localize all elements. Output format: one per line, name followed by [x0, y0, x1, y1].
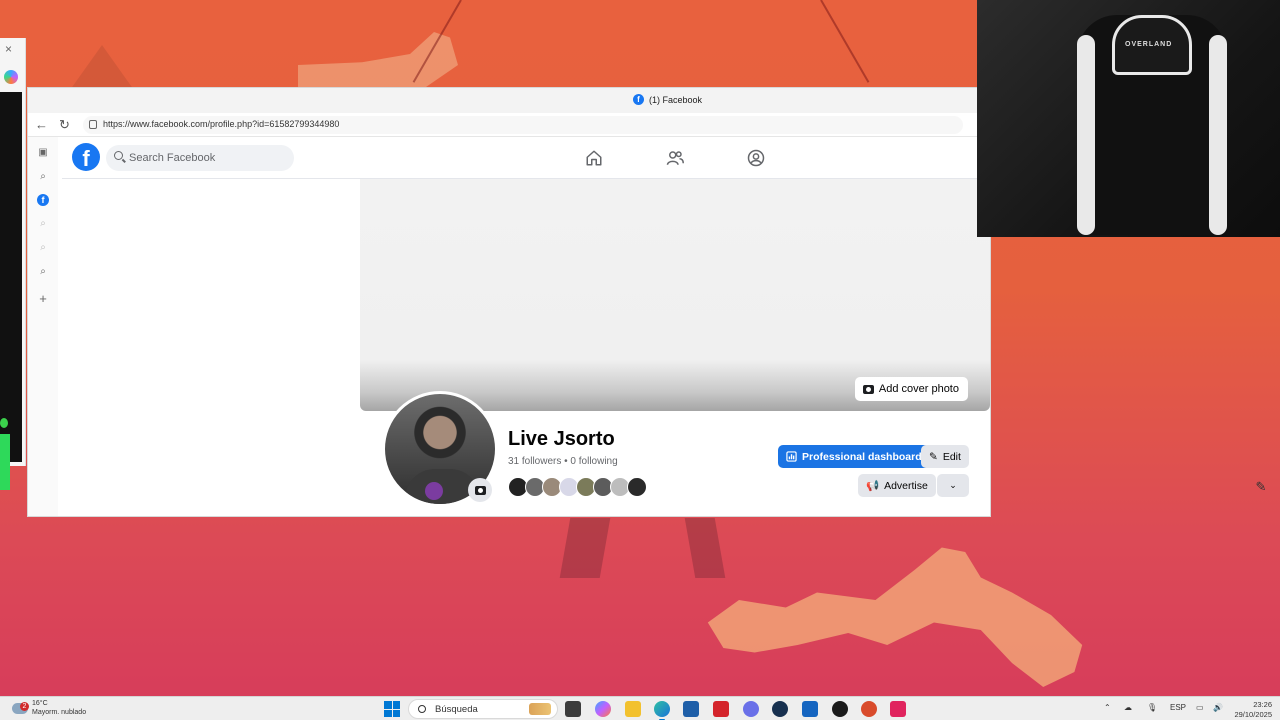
add-cover-photo-button[interactable]: Add cover photo: [854, 377, 968, 401]
webcam-overlay: OVERLAND: [977, 0, 1280, 237]
friend-avatar[interactable]: [627, 477, 647, 497]
home-icon[interactable]: [585, 149, 603, 167]
start-button[interactable]: [384, 701, 400, 717]
network-icon[interactable]: ▭: [1196, 703, 1204, 712]
windows-taskbar: 2 16°C Mayorm. nublado Búsqueda ⌃ ☁ 🎙 ES…: [0, 696, 1280, 720]
search-icon: [114, 151, 123, 160]
back-icon[interactable]: ←: [35, 117, 48, 132]
facebook-search[interactable]: [106, 145, 294, 171]
search-icon: [418, 705, 426, 713]
chart-icon: [786, 451, 797, 462]
chevron-down-icon: ⌄: [949, 480, 957, 490]
wallpaper-shape: [559, 518, 611, 578]
discord-icon[interactable]: [743, 701, 759, 717]
file-explorer-icon[interactable]: [625, 701, 641, 717]
followers-count[interactable]: 31 followers • 0 following: [508, 456, 618, 467]
status-dot-icon: [0, 418, 8, 428]
wallpaper-shape: [684, 518, 726, 578]
wallpaper-shape: [298, 32, 458, 87]
side-app-panel: [0, 92, 22, 462]
weather-temp: 16°C: [32, 700, 48, 707]
capcut-icon[interactable]: [832, 701, 848, 717]
weather-widget[interactable]: 2 16°C Mayorm. nublado: [12, 699, 86, 717]
steam-icon[interactable]: [772, 701, 788, 717]
wallpaper-line: [820, 0, 870, 83]
browser-titlebar: f (1) Facebook: [28, 88, 990, 113]
photos-icon[interactable]: [802, 701, 818, 717]
microphone-icon[interactable]: 🎙: [1147, 703, 1157, 712]
wallpaper-map-shape: [707, 547, 1083, 687]
edge-icon[interactable]: [654, 701, 670, 720]
search-icon[interactable]: ⌕: [37, 171, 49, 183]
copilot-icon[interactable]: [4, 70, 18, 84]
url-text: https://www.facebook.com/profile.php?id=…: [103, 119, 340, 129]
volume-icon[interactable]: 🔊: [1213, 703, 1223, 712]
search-icon[interactable]: ⌕: [37, 218, 49, 230]
professional-dashboard-label: Professional dashboard: [802, 450, 922, 463]
chair-brand-text: OVERLAND: [1125, 41, 1173, 48]
camera-icon: [474, 485, 486, 495]
facebook-header: f: [62, 137, 990, 179]
task-view-icon[interactable]: [565, 701, 581, 717]
cover-photo-area: Add cover photo: [360, 179, 990, 411]
edit-profile-button[interactable]: ✎ Edit: [921, 445, 969, 468]
friend-avatars[interactable]: [508, 477, 647, 497]
facebook-favicon-icon: f: [633, 94, 644, 105]
language-indicator[interactable]: ESP: [1170, 703, 1186, 712]
url-field[interactable]: https://www.facebook.com/profile.php?id=…: [83, 116, 963, 134]
edit-label: Edit: [942, 450, 961, 463]
sidebar-toggle-icon[interactable]: ▣: [37, 147, 49, 159]
onedrive-icon[interactable]: ☁: [1124, 703, 1132, 712]
clock[interactable]: 23:26 29/10/2025: [1234, 700, 1272, 720]
compose-icon[interactable]: ✎: [1252, 478, 1270, 496]
advertise-button[interactable]: 📢 Advertise: [858, 474, 936, 497]
lock-icon: [89, 120, 97, 129]
search-highlight-icon: [529, 703, 551, 715]
search-input[interactable]: [129, 150, 289, 166]
friends-icon[interactable]: [666, 149, 684, 167]
taskbar-search[interactable]: Búsqueda: [408, 699, 558, 719]
close-icon[interactable]: ×: [5, 42, 12, 56]
clock-time: 23:26: [1253, 700, 1272, 709]
cloud-icon: 2: [12, 702, 29, 714]
green-button[interactable]: [0, 434, 10, 490]
pencil-icon: ✎: [929, 450, 938, 463]
facebook-logo-icon[interactable]: f: [72, 143, 100, 171]
reload-icon[interactable]: ↻: [59, 117, 70, 133]
gaming-chair-image: OVERLAND: [1077, 15, 1227, 235]
search-icon[interactable]: ⌕: [37, 266, 49, 278]
search-icon[interactable]: ⌕: [37, 242, 49, 254]
browser-vertical-sidebar: ▣ ⌕ f ⌕ ⌕ ⌕ +: [28, 137, 58, 516]
profile-name[interactable]: Live Jsorto: [508, 428, 615, 451]
tiktok-icon[interactable]: [890, 701, 906, 717]
store-icon[interactable]: [683, 701, 699, 717]
facebook-tab-icon[interactable]: f: [37, 194, 49, 206]
clock-date: 29/10/2025: [1234, 710, 1272, 719]
add-cover-photo-label: Add cover photo: [878, 383, 959, 395]
avatar-image-detail: [425, 482, 443, 500]
more-options-button[interactable]: ⌄: [937, 474, 969, 497]
chevron-up-icon[interactable]: ⌃: [1104, 703, 1111, 712]
notification-badge: 2: [20, 702, 29, 711]
megaphone-icon: 📢: [866, 480, 880, 492]
app-icon[interactable]: [861, 701, 877, 717]
update-profile-picture-button[interactable]: [468, 478, 492, 502]
wallpaper-shape: [70, 45, 134, 90]
copilot-icon[interactable]: [595, 701, 611, 717]
tab-title[interactable]: (1) Facebook: [649, 95, 702, 105]
app-icon[interactable]: [713, 701, 729, 717]
weather-desc: Mayorm. nublado: [32, 709, 87, 716]
professional-dashboard-button[interactable]: Professional dashboard: [778, 445, 930, 468]
camera-icon: [862, 384, 874, 394]
browser-window: f (1) Facebook ← ↻ https://www.facebook.…: [28, 88, 990, 516]
taskbar-search-label: Búsqueda: [435, 704, 478, 715]
address-bar: ← ↻ https://www.facebook.com/profile.php…: [28, 113, 990, 137]
advertise-label: Advertise: [884, 479, 928, 492]
profile-icon[interactable]: [747, 149, 765, 167]
add-tab-icon[interactable]: +: [37, 292, 49, 305]
side-app-window: ×: [0, 38, 26, 490]
